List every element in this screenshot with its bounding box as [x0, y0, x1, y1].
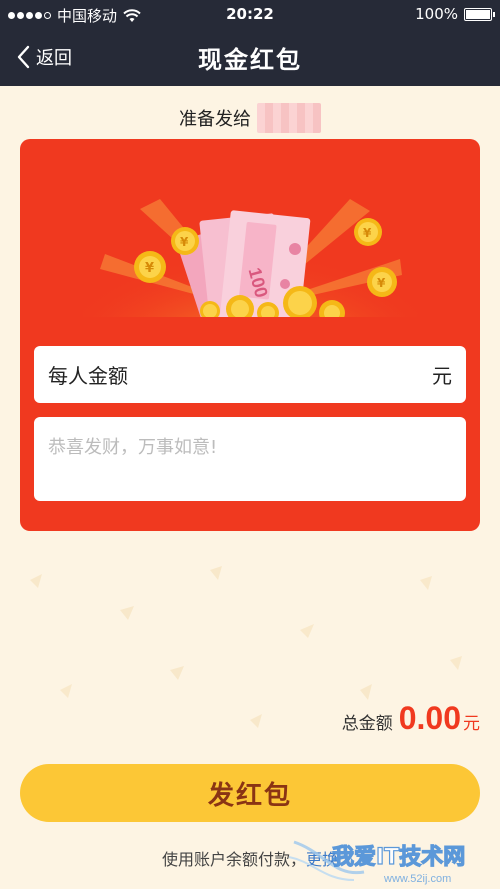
total-amount: 0.00	[398, 700, 461, 736]
send-red-packet-button[interactable]: 发红包	[20, 764, 480, 822]
app-header: 中国移动 20:22 100% 返回 现金红包	[0, 0, 500, 86]
total-row: 总金额 0.00 元	[342, 700, 480, 737]
total-unit: 元	[463, 714, 480, 734]
svg-text:¥: ¥	[363, 226, 372, 240]
amount-field[interactable]: 每人金额 元	[34, 346, 466, 403]
red-packet-card: 100 ¥ ¥ ¥ ¥ 每人金额 元 恭喜发财，万事如意!	[20, 139, 480, 531]
svg-text:我爱IT技术网: 我爱IT技术网	[332, 845, 465, 870]
amount-label: 每人金额	[48, 364, 128, 388]
message-input[interactable]: 恭喜发财，万事如意!	[34, 417, 466, 501]
site-watermark: 我爱IT技术网 www.52ij.com	[288, 840, 466, 885]
recipient-row: 准备发给	[0, 100, 500, 136]
svg-text:¥: ¥	[180, 235, 189, 249]
status-bar: 中国移动 20:22 100%	[0, 0, 500, 28]
message-placeholder: 恭喜发财，万事如意!	[48, 437, 218, 458]
svg-text:www.52ij.com: www.52ij.com	[383, 873, 451, 885]
page-title: 现金红包	[198, 46, 302, 74]
amount-unit: 元	[432, 364, 452, 388]
svg-text:¥: ¥	[145, 261, 154, 276]
recipient-name-redacted	[257, 103, 321, 133]
nav-bar: 返回 现金红包	[0, 28, 500, 86]
recipient-label: 准备发给	[179, 109, 251, 130]
battery-percent: 100%	[415, 5, 458, 23]
total-label: 总金额	[341, 714, 393, 734]
svg-text:¥: ¥	[377, 276, 386, 290]
money-illustration: 100 ¥ ¥ ¥ ¥	[80, 199, 420, 324]
battery-icon	[464, 7, 495, 21]
status-right: 100%	[415, 5, 495, 23]
